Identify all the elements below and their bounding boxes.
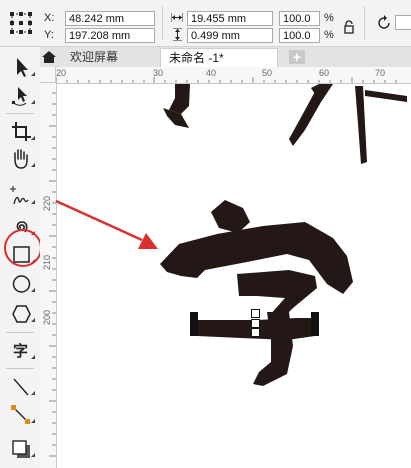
lock-ratio-icon[interactable]: [344, 20, 354, 34]
width-field[interactable]: 19.455 mm: [187, 11, 273, 26]
text-tool[interactable]: 字: [9, 339, 35, 363]
connector-tool[interactable]: [9, 403, 35, 427]
scale-x-percent: %: [324, 12, 334, 24]
selection-handle[interactable]: [251, 309, 260, 318]
selection-handle[interactable]: [311, 320, 319, 328]
object-position-icon: [10, 12, 32, 34]
crop-tool[interactable]: [9, 120, 35, 144]
ruler-label: 200: [42, 309, 52, 325]
hexagon-icon: [12, 305, 35, 323]
selection-center-marker[interactable]: [251, 319, 260, 328]
ruler-label: 30: [153, 68, 164, 78]
toolbox-divider: [6, 368, 34, 369]
property-bar: X: Y: 48.242 mm 197.208 mm 19.455 mm 0.4…: [0, 0, 411, 47]
y-label: Y:: [44, 29, 54, 41]
rotation-field[interactable]: [395, 15, 411, 30]
ruler-label: 220: [42, 195, 52, 211]
freehand-tool-icon: [10, 186, 35, 205]
toolbar-separator: [364, 6, 365, 40]
width-icon: [171, 13, 183, 22]
drop-shadow-icon: [12, 440, 35, 458]
ruler-label: 40: [206, 68, 217, 78]
document-tab-bar: 欢迎屏幕 未命名 -1* +: [40, 47, 411, 68]
horizontal-ruler[interactable]: 20 30 40 50 60 70: [56, 67, 411, 84]
selection-handle[interactable]: [190, 320, 198, 328]
shape-tool[interactable]: [9, 84, 35, 108]
home-icon[interactable]: [40, 47, 58, 67]
scale-x-field[interactable]: 100.0: [279, 11, 320, 26]
selection-handle[interactable]: [311, 312, 319, 320]
ruler-label: 60: [319, 68, 330, 78]
scale-y-field[interactable]: 100.0: [279, 28, 320, 43]
ruler-label: 210: [42, 254, 52, 270]
selection-handle[interactable]: [251, 328, 260, 337]
brush-stroke: [355, 86, 367, 164]
y-position-field[interactable]: 197.208 mm: [65, 28, 155, 43]
toolbox: 字: [0, 47, 42, 468]
ruler-origin[interactable]: [40, 67, 56, 83]
calligraphy-artwork: [160, 84, 407, 386]
flyout-arrow-icon: [31, 355, 35, 359]
drop-shadow-tool[interactable]: [9, 437, 35, 461]
x-label: X:: [44, 12, 55, 24]
connector-icon: [11, 405, 35, 424]
ellipse-icon: [12, 275, 35, 293]
hand-icon: [14, 149, 35, 169]
pick-arrow-icon: [17, 58, 35, 77]
toolbar-separator: [162, 6, 163, 40]
scale-y-percent: %: [324, 29, 334, 41]
x-position-field[interactable]: 48.242 mm: [65, 11, 155, 26]
polygon-tool[interactable]: [9, 302, 35, 326]
brush-stroke: [211, 200, 250, 233]
ruler-label: 70: [375, 68, 386, 78]
rotate-icon: [378, 15, 390, 29]
horizontal-ruler-ticks: [56, 77, 397, 83]
selection-handle[interactable]: [311, 328, 319, 336]
ruler-label: 50: [262, 68, 273, 78]
pick-tool[interactable]: [9, 56, 35, 80]
annotation-circle: [4, 229, 42, 267]
freehand-tool[interactable]: [9, 184, 35, 208]
tab-untitled-document[interactable]: 未命名 -1*: [160, 48, 278, 67]
height-field[interactable]: 0.499 mm: [187, 28, 273, 43]
height-icon: [173, 28, 182, 41]
vertical-ruler[interactable]: 220 210 200: [40, 83, 57, 468]
selection-handle[interactable]: [190, 328, 198, 336]
toolbox-divider: [6, 113, 34, 114]
toolbox-divider: [6, 332, 34, 333]
pan-tool[interactable]: [9, 147, 35, 171]
dimension-tool[interactable]: [9, 375, 35, 399]
ruler-label: 20: [56, 68, 67, 78]
add-tab-button[interactable]: +: [289, 50, 305, 64]
vertical-ruler-ticks: [49, 92, 56, 457]
ellipse-tool[interactable]: [9, 272, 35, 296]
crop-icon: [12, 122, 35, 141]
brush-stroke: [169, 84, 190, 114]
selection-handle[interactable]: [190, 312, 198, 320]
drawing-canvas[interactable]: [57, 84, 411, 468]
brush-stroke: [365, 90, 407, 102]
brush-stroke: [289, 84, 333, 146]
tab-welcome-screen[interactable]: 欢迎屏幕: [62, 48, 160, 67]
shape-node-icon: [12, 87, 35, 106]
parallel-dimension-icon: [13, 378, 35, 396]
